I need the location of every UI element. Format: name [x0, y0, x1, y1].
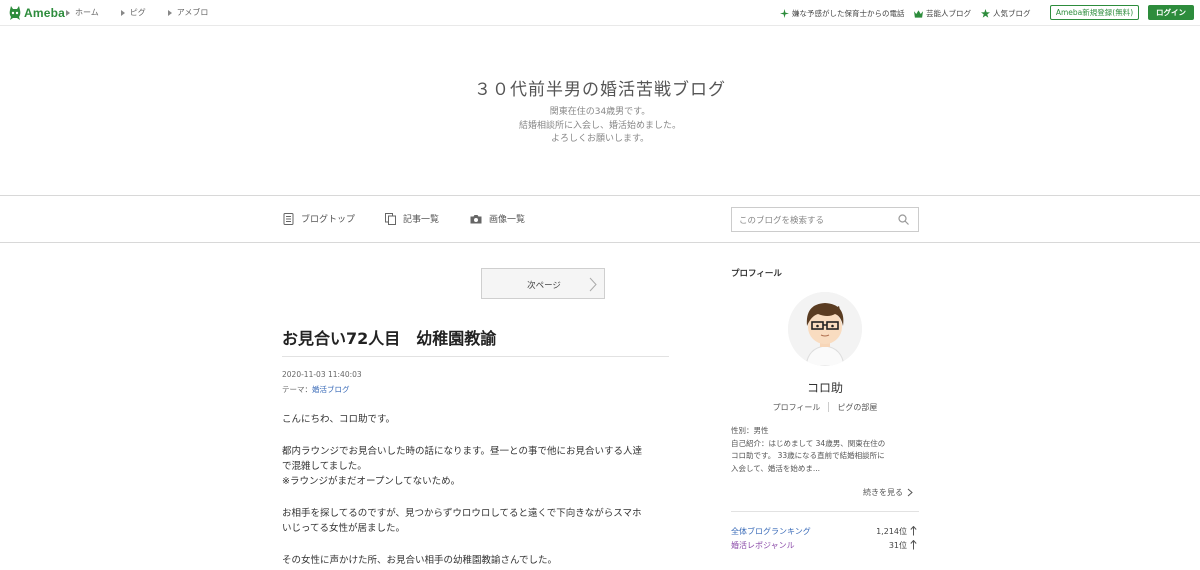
divider — [282, 356, 669, 357]
crown-icon — [914, 9, 923, 18]
blog-header: ３０代前半男の婚活苦戦ブログ 関東在住の34歳男です。 結婚相談所に入会し、婚活… — [0, 26, 1200, 196]
nav-image-list[interactable]: 画像一覧 — [470, 212, 525, 225]
entry-line: その女性に声かけた所、お見合い相手の幼稚園教諭さんでした。 — [282, 555, 558, 566]
search-icon[interactable] — [898, 214, 909, 225]
triangle-right-icon — [120, 9, 125, 16]
blog-description: 関東在住の34歳男です。 結婚相談所に入会し、婚活始めました。 よろしくお願いし… — [0, 106, 1200, 147]
entry-paragraph: こんにちわ、コロ助です。 — [282, 412, 395, 427]
entry-theme-label: テーマ： — [282, 385, 312, 394]
entry-theme-link[interactable]: 婚活ブログ — [312, 385, 350, 394]
entry-line: いじってる女性が居ました。 — [282, 523, 406, 534]
avatar-image — [788, 292, 862, 366]
nav-blog-top[interactable]: ブログトップ — [283, 212, 355, 225]
profile-intro: 性別：男性 自己紹介：はじめまして 34歳男、関東在住の コロ助です。 33歳に… — [731, 425, 919, 475]
profile-line: 性別：男性 — [731, 426, 769, 435]
ameba-logo[interactable]: Ameba — [8, 4, 65, 22]
logo-text: Ameba — [24, 6, 66, 20]
global-breadcrumb: ホーム ピグ アメブロ — [66, 7, 230, 18]
copy-icon — [385, 212, 396, 225]
popular-blog-link[interactable]: 人気ブログ — [981, 8, 1031, 19]
avatar[interactable] — [788, 292, 862, 366]
read-more-link[interactable]: 続きを見る — [863, 487, 913, 498]
blog-search — [731, 207, 919, 233]
star-burst-icon — [780, 9, 789, 18]
login-button[interactable]: ログイン — [1148, 5, 1194, 20]
arrow-up-icon — [910, 526, 917, 536]
crumb-ameblo[interactable]: アメブロ — [167, 7, 208, 18]
ranking-label[interactable]: 婚活レポジャンル — [731, 540, 795, 551]
entry-paragraph: お相手を探してるのですが、見つからずウロウロしてると遠くで下向きながらスマホ い… — [282, 506, 641, 536]
blog-description-line: よろしくお願いします。 — [550, 134, 650, 144]
crumb-pigg[interactable]: ピグ — [120, 7, 146, 18]
profile-line: 自己紹介：はじめまして 34歳男、関東在住の — [731, 438, 886, 448]
ameba-logo-icon — [9, 6, 21, 20]
document-icon — [283, 212, 294, 225]
ranking-value: 31位 — [888, 541, 907, 550]
crumb-home[interactable]: ホーム — [66, 7, 99, 18]
arrow-up-icon — [910, 540, 917, 550]
profile-name[interactable]: コロ助 — [731, 379, 919, 396]
register-button[interactable]: Ameba新規登録(無料) — [1050, 5, 1139, 20]
entry-date: 2020-11-03 11:40:03 — [282, 370, 362, 379]
blog-description-line: 結婚相談所に入会し、婚活始めました。 — [518, 120, 681, 131]
ranking-label[interactable]: 全体ブログランキング — [731, 526, 811, 537]
divider — [828, 402, 830, 412]
ranking-value: 1,214位 — [876, 527, 907, 536]
blog-nav: ブログトップ 記事一覧 画像一覧 — [0, 197, 1200, 243]
entry-paragraph: 都内ラウンジでお見合いした時の話になります。昼一との事で他にお見合いする人達 で… — [282, 444, 642, 489]
global-header: Ameba ホーム ピグ アメブロ 嫌な予感がした保育士からの電話 芸能人ブログ… — [0, 0, 1200, 26]
profile-line: コロ助です。 33歳になる直前で結婚相談所に — [731, 451, 885, 461]
blog-description-line: 関東在住の34歳男です。 — [549, 107, 651, 117]
trending-link[interactable]: 嫌な予感がした保育士からの電話 — [780, 8, 905, 19]
triangle-right-icon — [66, 9, 70, 16]
entry-line: こんにちわ、コロ助です。 — [282, 414, 396, 425]
next-page-button[interactable]: 次ページ — [481, 268, 605, 299]
blog-title[interactable]: ３０代前半男の婚活苦戦ブログ — [0, 75, 1200, 100]
divider — [731, 511, 919, 512]
camera-icon — [470, 214, 482, 223]
celebrity-blog-link[interactable]: 芸能人ブログ — [914, 8, 971, 19]
pigg-room-link[interactable]: ピグの部屋 — [837, 402, 877, 413]
nav-entry-list[interactable]: 記事一覧 — [385, 212, 439, 225]
profile-line: 入会して、婚活を始めま... — [731, 463, 821, 473]
chevron-right-icon — [589, 277, 597, 292]
star-icon — [981, 9, 990, 18]
entry-title[interactable]: お見合い72人目 幼稚園教諭 — [282, 325, 496, 349]
sidebar-heading: プロフィール — [731, 269, 782, 279]
entry-paragraph: その女性に声かけた所、お見合い相手の幼稚園教諭さんでした。 — [282, 553, 557, 568]
ranking-row-overall: 全体ブログランキング 1,214位 — [731, 526, 919, 538]
triangle-right-icon — [167, 9, 172, 16]
entry-line: ※ラウンジがまだオープンしてないため。 — [282, 476, 461, 487]
entry-line: 都内ラウンジでお見合いした時の話になります。昼一との事で他にお見合いする人達 — [282, 446, 642, 457]
next-page-label: 次ページ — [527, 281, 561, 291]
ranking-row-genre: 婚活レポジャンル 31位 — [731, 540, 919, 552]
entry-line: で混雑してました。 — [282, 461, 367, 472]
blog-search-input[interactable] — [732, 209, 882, 233]
profile-links: プロフィール ピグの部屋 — [731, 402, 919, 413]
entry-theme: テーマ：婚活ブログ — [282, 384, 350, 395]
chevron-right-icon — [907, 488, 913, 497]
entry-line: お相手を探してるのですが、見つからずウロウロしてると遠くで下向きながらスマホ — [282, 508, 642, 519]
profile-link[interactable]: プロフィール — [773, 402, 821, 413]
